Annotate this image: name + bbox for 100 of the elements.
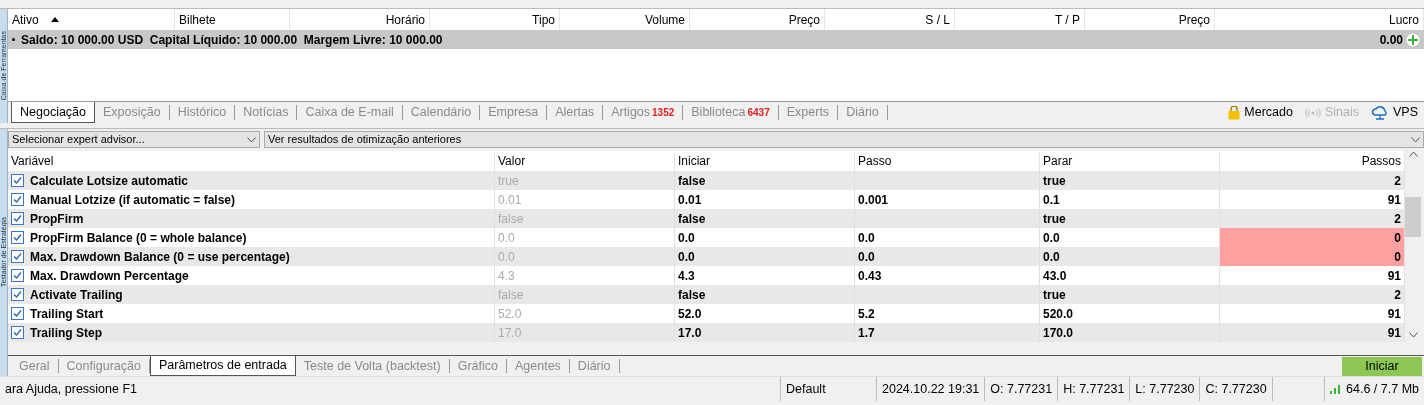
table-cell: 91 — [1220, 266, 1405, 285]
table-cell: 0.0 — [675, 228, 855, 247]
column-header[interactable]: S / L — [925, 10, 950, 29]
table-cell: 520.0 — [1040, 304, 1220, 323]
column-header[interactable]: Passos — [1220, 151, 1405, 171]
scroll-thumb[interactable] — [1405, 197, 1421, 237]
table-cell: 0.1 — [1040, 190, 1220, 209]
table-cell: 91 — [1220, 190, 1405, 209]
table-cell: 1.7 — [855, 323, 1040, 342]
scroll-up-icon — [1408, 151, 1418, 157]
chevron-down-icon — [247, 136, 256, 143]
cloud-icon — [1371, 105, 1389, 120]
tab[interactable]: Parâmetros de entrada — [149, 356, 296, 376]
table-cell: true — [1040, 209, 1220, 228]
checkbox[interactable] — [11, 269, 24, 282]
profit-value: 0.00 — [1379, 31, 1403, 49]
tab[interactable]: Negociação — [11, 102, 95, 123]
service-link[interactable]: Mercado — [1222, 102, 1299, 123]
table-cell: 52.0 — [495, 304, 675, 323]
table-cell: true — [1040, 171, 1220, 190]
table-cell: 2 — [1220, 209, 1405, 228]
status-text: 2024.10.22 19:31 — [877, 377, 986, 401]
add-icon[interactable] — [1406, 32, 1420, 47]
column-header[interactable]: T / P — [1054, 10, 1080, 29]
table-cell: 0 — [1220, 228, 1405, 247]
dropdown-field[interactable]: Selecionar expert advisor... — [8, 131, 260, 148]
table-cell: 0.0 — [855, 228, 1040, 247]
column-header[interactable]: Lucro — [1388, 10, 1419, 29]
table-cell: 52.0 — [675, 304, 855, 323]
status-text: 64.6 / 7.7 Mb — [1346, 380, 1419, 398]
balance-summary: Saldo: 10 000.00 USD Capital Líquido: 10 000.00 Margem Livre: 10 000.00 — [21, 31, 443, 49]
column-header[interactable]: Passo — [855, 151, 1040, 171]
table-cell: false — [675, 209, 855, 228]
column-header[interactable]: Parar — [1040, 151, 1220, 171]
column-header[interactable]: Tipo — [532, 10, 555, 29]
dropdown-field[interactable]: Ver resultados de otimização anteriores — [264, 131, 1424, 148]
status-text: Default — [780, 377, 877, 401]
table-cell: 0.01 — [675, 190, 855, 209]
column-header[interactable]: Horário — [385, 10, 425, 29]
column-header[interactable]: Ativo — [12, 10, 59, 29]
checkbox[interactable] — [11, 250, 24, 263]
tab[interactable]: Artigos 1352 — [603, 105, 684, 120]
table-cell: false — [675, 285, 855, 304]
scroll-down-icon — [1408, 332, 1418, 338]
checkbox[interactable] — [11, 174, 24, 187]
table-cell: 0.0 — [495, 228, 675, 247]
column-header[interactable]: Volume — [644, 10, 685, 29]
checkbox[interactable] — [11, 231, 24, 244]
column-header[interactable]: Bilhete — [179, 10, 216, 29]
table-cell: 17.0 — [675, 323, 855, 342]
table-cell: 4.3 — [495, 266, 675, 285]
table-cell: 91 — [1220, 323, 1405, 342]
checkbox[interactable] — [11, 307, 24, 320]
status-text: ara Ajuda, pressione F1 — [4, 380, 139, 398]
variable-name: Trailing Start — [30, 305, 104, 323]
variable-name: Manual Lotzize (if automatic = false) — [30, 191, 236, 209]
table-cell: 0.0 — [675, 247, 855, 266]
column-header[interactable]: Variável — [8, 151, 495, 171]
signal-waves-icon — [1304, 107, 1321, 118]
tab[interactable]: Biblioteca 6437 — [683, 105, 779, 120]
variable-name: Max. Drawdown Percentage — [30, 267, 189, 285]
table-cell: 0.01 — [495, 190, 675, 209]
variable-name: Calculate Lotsize automatic — [30, 172, 189, 190]
sort-up-icon — [50, 17, 59, 22]
count-label: 6437 — [747, 106, 770, 120]
table-cell: 0.43 — [855, 266, 1040, 285]
table-cell: 0 — [1220, 247, 1405, 266]
table-cell: true — [495, 171, 675, 190]
table-cell: 2 — [1220, 285, 1405, 304]
table-cell: 2 — [1220, 171, 1405, 190]
status-text: C: 7.77230 — [1200, 377, 1273, 401]
column-header[interactable]: Preço — [1178, 10, 1210, 29]
table-cell: false — [495, 285, 675, 304]
column-header[interactable]: Preço — [788, 10, 820, 29]
bullet-icon — [12, 38, 15, 41]
variable-name: Max. Drawdown Balance (0 = use percentage) — [30, 248, 290, 266]
chevron-down-icon — [1411, 136, 1420, 143]
start-button[interactable]: Iniciar — [1342, 357, 1422, 376]
checkbox[interactable] — [11, 326, 24, 339]
table-cell: false — [495, 209, 675, 228]
table-cell: 0.001 — [855, 190, 1040, 209]
table-cell: 0.0 — [1040, 247, 1220, 266]
table-cell: 0.0 — [495, 247, 675, 266]
column-header[interactable]: Iniciar — [675, 151, 855, 171]
table-cell: 0.0 — [855, 247, 1040, 266]
table-cell: 170.0 — [1040, 323, 1220, 342]
signal-bars-icon — [1330, 384, 1341, 394]
service-link[interactable]: VPS — [1365, 102, 1424, 123]
checkbox[interactable] — [11, 212, 24, 225]
status-text: H: 7.77231 — [1058, 377, 1131, 401]
status-text: L: 7.77230 — [1130, 377, 1201, 401]
column-header[interactable]: Valor — [495, 151, 675, 171]
status-text: O: 7.77231 — [985, 377, 1059, 401]
checkbox[interactable] — [11, 288, 24, 301]
table-cell: 4.3 — [675, 266, 855, 285]
variable-name: PropFirm Balance (0 = whole balance) — [30, 229, 247, 247]
checkbox[interactable] — [11, 193, 24, 206]
table-cell: 43.0 — [1040, 266, 1220, 285]
count-label: 1352 — [652, 106, 675, 120]
variable-name: Activate Trailing — [30, 286, 123, 304]
